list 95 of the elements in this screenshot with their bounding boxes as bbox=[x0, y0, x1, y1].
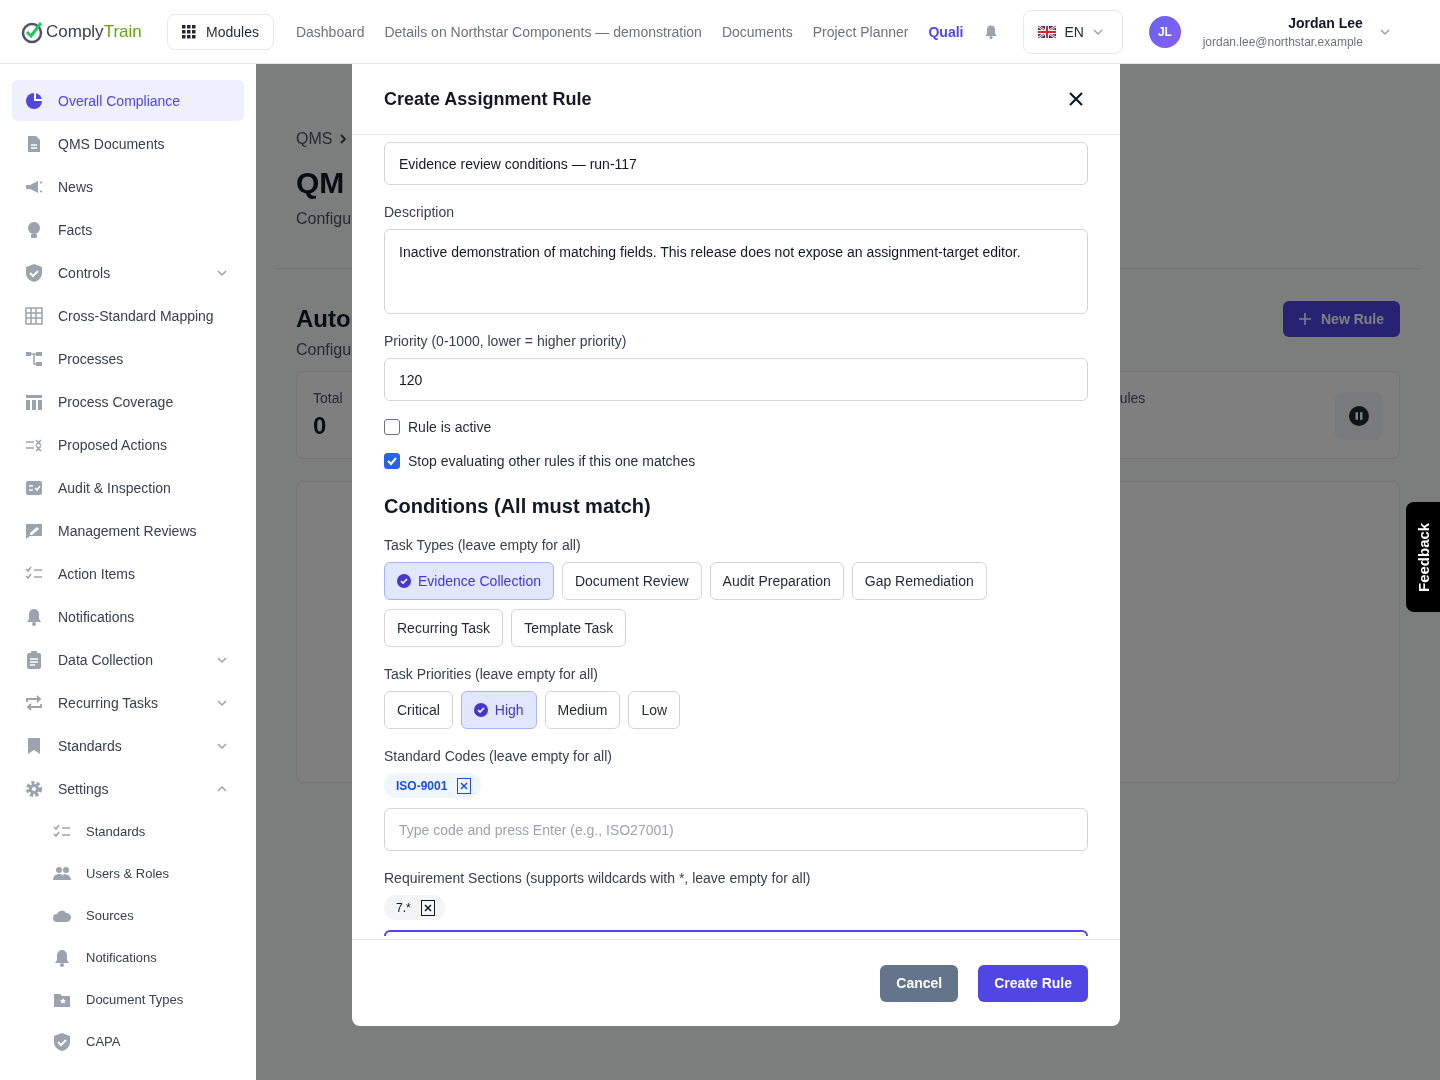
pause-icon bbox=[1349, 406, 1369, 426]
field-label: Task Types (leave empty for all) bbox=[384, 537, 582, 553]
nav-link[interactable]: Project Planner bbox=[812, 23, 909, 40]
sidebar-item[interactable]: Cross-Standard Mapping bbox=[12, 295, 244, 337]
sidebar-item[interactable]: Proposed Actions bbox=[12, 424, 244, 466]
flag-icon bbox=[1038, 25, 1057, 38]
checkbox-label: Stop evaluating other rules if this one matches bbox=[408, 453, 696, 469]
sidebar-item[interactable]: Notifications bbox=[12, 937, 244, 978]
section-title: Auto bbox=[296, 305, 352, 333]
text-area[interactable]: Inactive demonstration of matching fields. This release does not expose an assignment-target editor. bbox=[384, 229, 1088, 314]
sidebar-item[interactable]: Data Collection bbox=[12, 639, 244, 681]
code-tag: ISO-9001 bbox=[384, 773, 482, 798]
close-icon bbox=[1068, 91, 1084, 107]
clipboard-icon bbox=[24, 649, 44, 670]
chevron-right-icon bbox=[338, 133, 349, 145]
option-chip[interactable]: Recurring Task bbox=[384, 609, 504, 647]
sidebar-item[interactable]: CAPA bbox=[12, 1021, 244, 1062]
page-title: QM bbox=[296, 166, 346, 200]
sidebar-item[interactable]: News bbox=[12, 166, 244, 208]
check-circle-icon bbox=[397, 574, 411, 588]
option-chip[interactable]: High bbox=[460, 691, 537, 729]
option-chip[interactable]: Evidence Collection bbox=[384, 562, 554, 600]
field-label: Standard Codes (leave empty for all) bbox=[384, 748, 613, 764]
sidebar-item[interactable]: Facts bbox=[12, 209, 244, 251]
sidebar-item[interactable]: Notifications bbox=[12, 596, 244, 638]
option-chip[interactable]: Gap Remediation bbox=[851, 562, 987, 600]
stat-label: ules bbox=[1118, 390, 1146, 406]
field-label: Task Priorities (leave empty for all) bbox=[384, 666, 599, 682]
sidebar-item[interactable]: Users & Roles bbox=[12, 853, 244, 894]
check-circle-icon bbox=[473, 703, 488, 717]
close-icon bbox=[423, 903, 432, 912]
chevron-down-icon[interactable] bbox=[216, 740, 228, 752]
grid-icon bbox=[24, 305, 44, 326]
section-heading: Conditions (All must match) bbox=[384, 495, 652, 518]
checkbox-label: Rule is active bbox=[408, 419, 492, 435]
section-subtitle: Configu bbox=[296, 341, 352, 359]
sidebar-item[interactable]: Overall Compliance bbox=[12, 80, 244, 122]
field-label: Priority (0-1000, lower = higher priority) bbox=[384, 333, 628, 349]
remove-button[interactable] bbox=[420, 899, 435, 916]
sidebar-item[interactable]: Document Types bbox=[12, 979, 244, 1020]
sidebar-item[interactable]: Action Items bbox=[12, 553, 244, 595]
nav-link[interactable]: Dashboard bbox=[295, 23, 365, 40]
feedback-tab[interactable]: Feedback bbox=[1406, 502, 1440, 612]
remove-button[interactable] bbox=[457, 777, 472, 794]
modules-button[interactable]: Modules bbox=[167, 13, 274, 50]
sidebar-item[interactable]: Management Reviews bbox=[12, 510, 244, 552]
input-field[interactable]: 120 bbox=[384, 358, 1088, 401]
option-chip[interactable]: Critical bbox=[384, 691, 453, 729]
shield-check-icon bbox=[52, 1031, 72, 1052]
sidebar-item[interactable]: Standards bbox=[12, 725, 244, 767]
sidebar-item[interactable]: Processes bbox=[12, 338, 244, 380]
nav-link[interactable]: Documents bbox=[721, 23, 793, 40]
settings-icon bbox=[24, 779, 44, 799]
bell-icon bbox=[24, 606, 44, 627]
option-chip[interactable]: Medium bbox=[544, 691, 621, 729]
option-chip[interactable]: Audit Preparation bbox=[709, 562, 844, 600]
shield-check-icon bbox=[24, 262, 44, 283]
option-chip[interactable]: Document Review bbox=[561, 562, 702, 600]
sidebar-item[interactable]: QMS Documents bbox=[12, 123, 244, 165]
stat-value: 0 bbox=[313, 412, 327, 440]
user-name: Jordan Lee bbox=[1288, 14, 1363, 31]
sidebar-item[interactable]: Process Coverage bbox=[12, 381, 244, 423]
sidebar-item[interactable]: Sources bbox=[12, 895, 244, 936]
language-selector[interactable]: EN bbox=[1023, 9, 1123, 54]
create-rule-button[interactable]: Create Rule bbox=[978, 964, 1088, 1002]
close-icon bbox=[460, 781, 469, 790]
user-email: jordan.lee@northstar.example bbox=[1202, 34, 1363, 49]
input-field[interactable]: Evidence review conditions — run-117 bbox=[384, 142, 1088, 185]
input-field[interactable] bbox=[384, 930, 1088, 936]
stat-label: Total bbox=[313, 390, 343, 406]
sidebar-item[interactable]: Standards bbox=[12, 811, 244, 852]
plus-icon bbox=[1299, 313, 1311, 325]
nav-link[interactable]: Details on Northstar Components — demonstration bbox=[384, 23, 702, 40]
grid-icon bbox=[182, 24, 196, 39]
nav-link[interactable]: Quali bbox=[928, 23, 964, 40]
option-chip[interactable]: Low bbox=[628, 691, 681, 729]
repeat-icon bbox=[24, 692, 44, 713]
sidebar-item[interactable]: Audit & Inspection bbox=[12, 467, 244, 509]
option-chip[interactable]: Template Task bbox=[511, 609, 627, 647]
bell-icon bbox=[52, 947, 72, 968]
field-label: Description bbox=[384, 204, 456, 220]
dialog-title: Create Assignment Rule bbox=[384, 88, 592, 110]
checkbox[interactable] bbox=[384, 453, 400, 469]
cancel-button[interactable]: Cancel bbox=[880, 964, 959, 1002]
pie-chart-icon bbox=[24, 90, 44, 111]
checkbox[interactable] bbox=[384, 419, 400, 435]
sidebar-item[interactable]: Recurring Tasks bbox=[12, 682, 244, 724]
logo[interactable]: ComplyTrain bbox=[20, 19, 167, 44]
sidebar-item[interactable]: Controls bbox=[12, 252, 244, 294]
section-tag: 7.* bbox=[384, 895, 445, 920]
sidebar-item[interactable]: Settings bbox=[12, 768, 244, 810]
page-subtitle: Configu bbox=[296, 210, 352, 228]
avatar[interactable]: JL bbox=[1148, 15, 1181, 48]
field-label: Requirement Sections (supports wildcards with *, leave empty for all) bbox=[384, 870, 812, 886]
breadcrumb[interactable]: QMS bbox=[296, 130, 333, 148]
